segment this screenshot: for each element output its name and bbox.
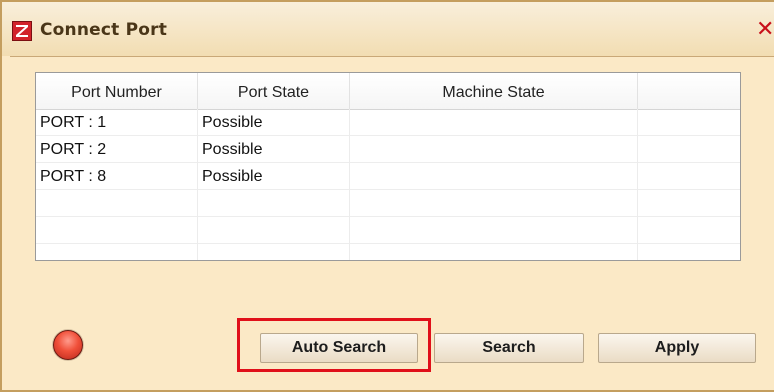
port-table: Port Number Port State Machine State POR… <box>35 72 741 261</box>
machine-state-cell <box>350 163 638 190</box>
empty-cell <box>638 163 740 190</box>
column-header-machine-state[interactable]: Machine State <box>350 73 638 109</box>
machine-state-cell <box>350 190 638 217</box>
port-number-cell: PORT : 1 <box>36 109 198 136</box>
status-led-icon <box>53 330 83 360</box>
window-title: Connect Port <box>40 20 168 40</box>
port-state-cell <box>198 190 350 217</box>
title-separator <box>10 56 774 57</box>
port-state-cell: Possible <box>198 136 350 163</box>
search-button[interactable]: Search <box>434 333 584 363</box>
apply-button[interactable]: Apply <box>598 333 756 363</box>
empty-cell <box>638 109 740 136</box>
app-logo-icon <box>12 21 32 41</box>
port-state-cell <box>198 244 350 260</box>
table-row[interactable]: PORT : 8 Possible <box>36 163 740 190</box>
table-row[interactable] <box>36 190 740 217</box>
empty-cell <box>638 190 740 217</box>
title-bar[interactable]: Connect Port ✕ <box>2 2 774 56</box>
port-number-cell: PORT : 2 <box>36 136 198 163</box>
table-header: Port Number Port State Machine State <box>36 73 740 110</box>
machine-state-cell <box>350 217 638 244</box>
port-number-cell <box>36 217 198 244</box>
auto-search-highlight-box <box>237 318 431 372</box>
empty-cell <box>638 244 740 260</box>
port-number-cell <box>36 244 198 260</box>
column-header-port-state[interactable]: Port State <box>198 73 350 109</box>
port-number-cell: PORT : 8 <box>36 163 198 190</box>
empty-cell <box>638 217 740 244</box>
port-number-cell <box>36 190 198 217</box>
port-state-cell: Possible <box>198 163 350 190</box>
table-row[interactable] <box>36 217 740 244</box>
table-row[interactable]: PORT : 2 Possible <box>36 136 740 163</box>
port-state-cell: Possible <box>198 109 350 136</box>
machine-state-cell <box>350 244 638 260</box>
empty-cell <box>638 136 740 163</box>
close-button[interactable]: ✕ <box>756 17 774 43</box>
column-header-empty <box>638 73 740 109</box>
machine-state-cell <box>350 109 638 136</box>
column-header-port-number[interactable]: Port Number <box>36 73 198 109</box>
machine-state-cell <box>350 136 638 163</box>
table-row[interactable] <box>36 244 740 260</box>
port-state-cell <box>198 217 350 244</box>
table-row[interactable]: PORT : 1 Possible <box>36 109 740 136</box>
